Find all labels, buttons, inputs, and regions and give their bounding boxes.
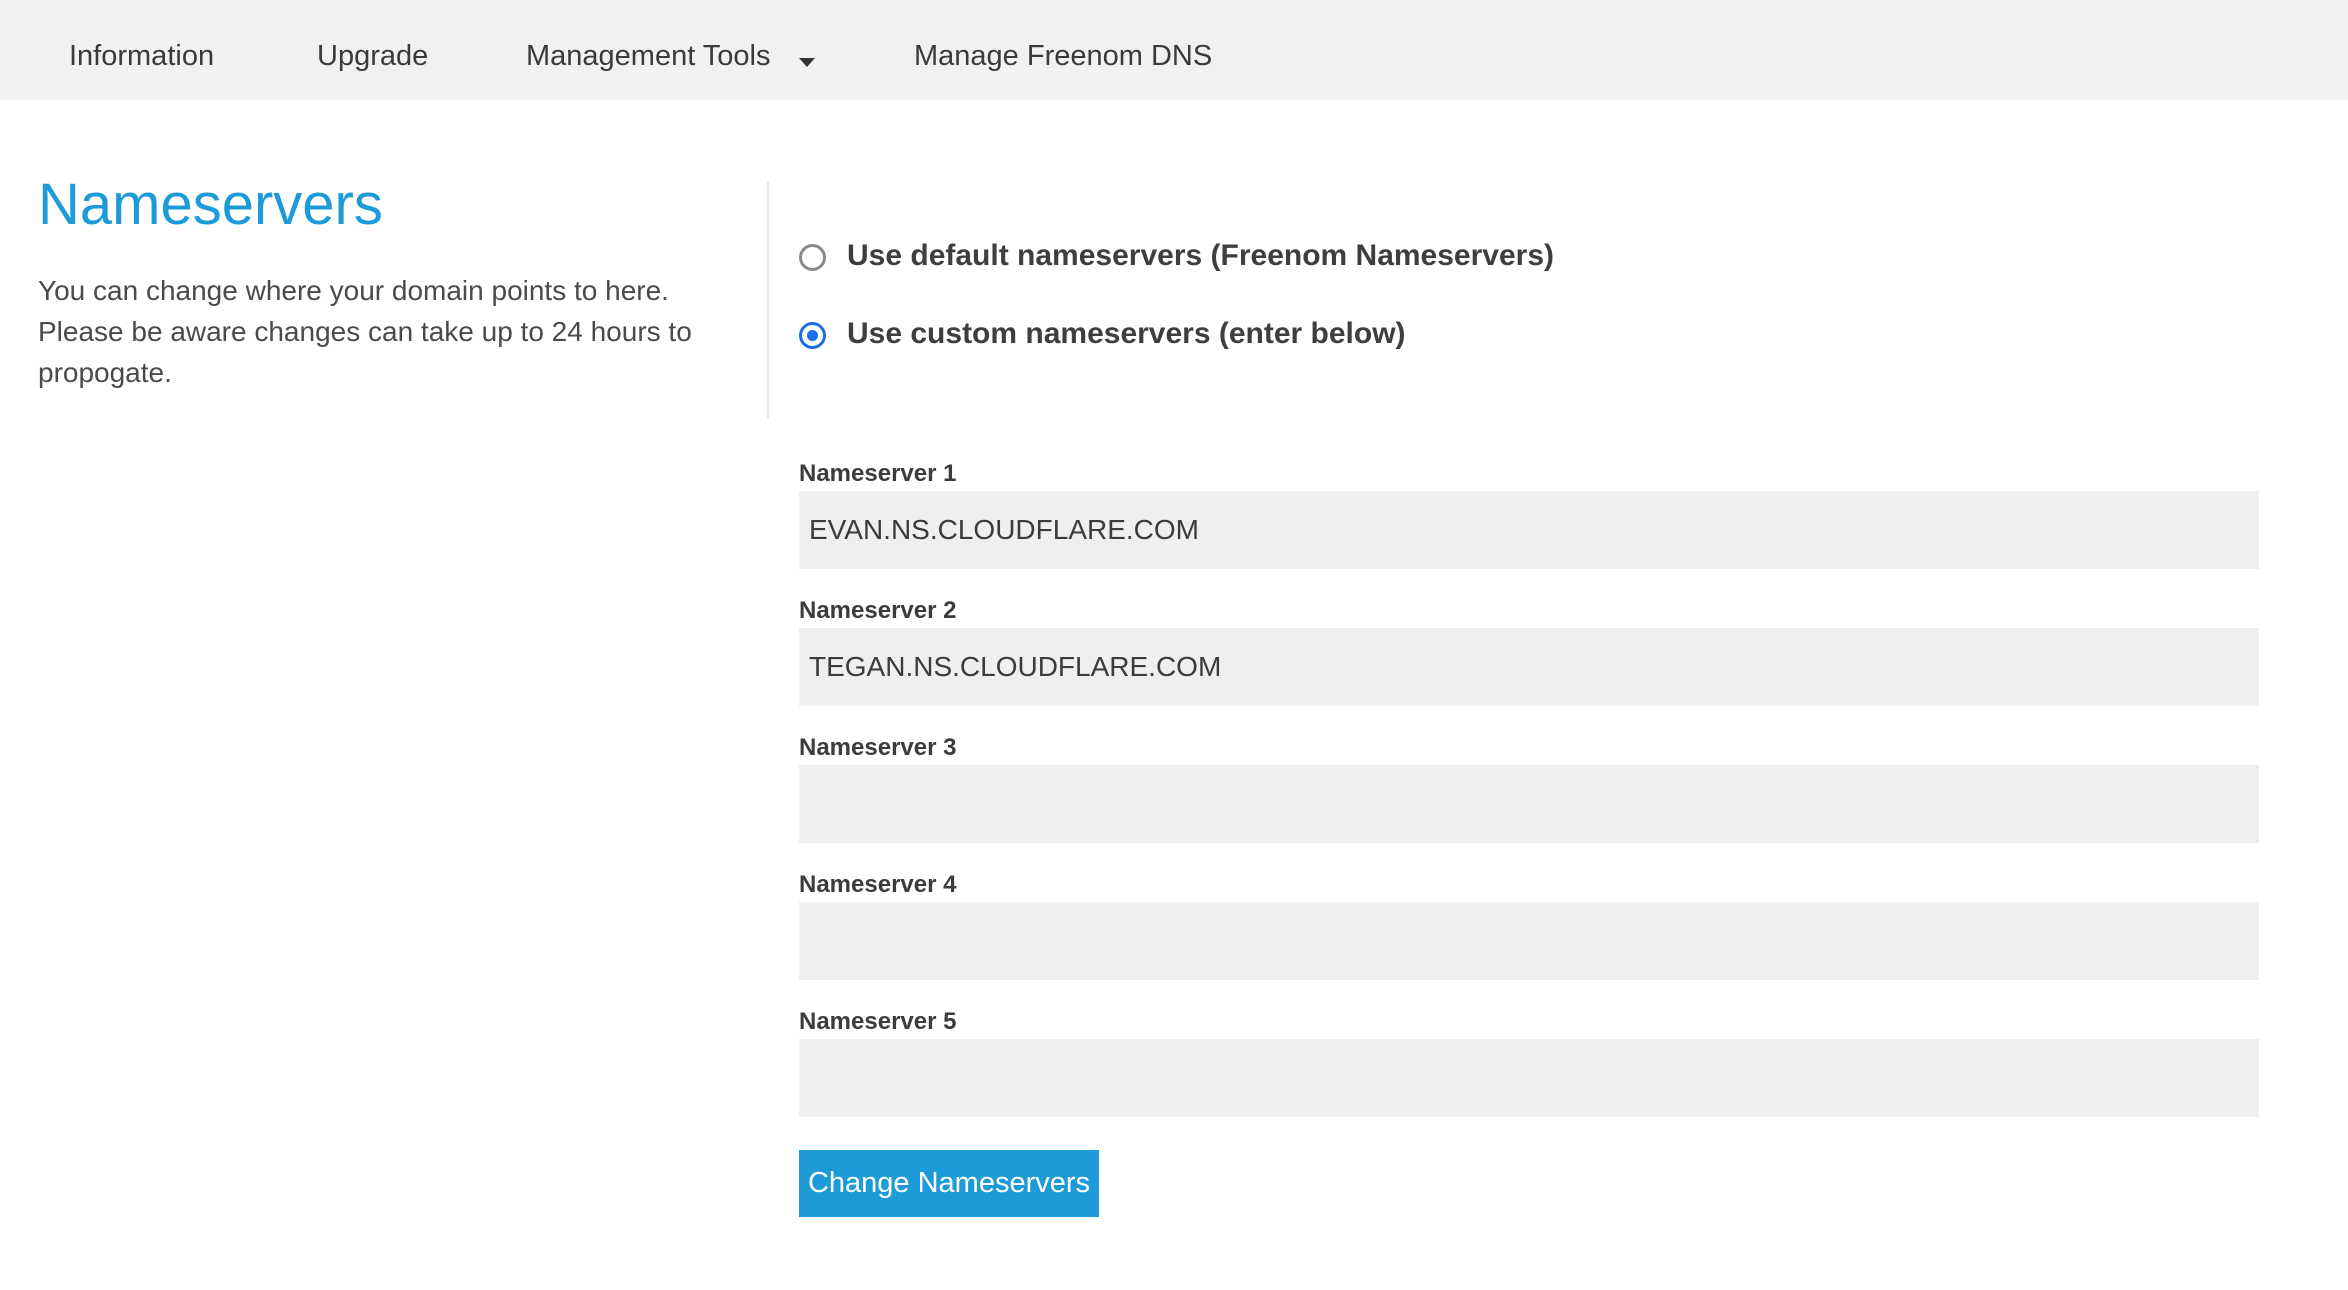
- change-nameservers-button[interactable]: Change Nameservers: [799, 1150, 1099, 1217]
- nameserver-2-label: Nameserver 2: [799, 597, 957, 624]
- radio-custom-label[interactable]: Use custom nameservers (enter below): [847, 314, 1406, 354]
- nav-item-information[interactable]: Information: [69, 42, 214, 71]
- nameserver-2-input[interactable]: [799, 628, 2259, 706]
- nameserver-3-label: Nameserver 3: [799, 734, 957, 761]
- nav-item-upgrade[interactable]: Upgrade: [317, 42, 428, 71]
- radio-default-label[interactable]: Use default nameservers (Freenom Nameser…: [847, 236, 1554, 276]
- nameserver-1-input[interactable]: [799, 491, 2259, 569]
- chevron-down-icon[interactable]: [799, 58, 815, 67]
- radio-selected-dot-icon: [807, 330, 818, 341]
- nav-item-manage-freenom-dns[interactable]: Manage Freenom DNS: [914, 42, 1212, 71]
- nameserver-4-input[interactable]: [799, 902, 2259, 980]
- nameserver-1-label: Nameserver 1: [799, 460, 957, 487]
- radio-button-unchecked[interactable]: [799, 244, 826, 271]
- top-navigation: Information Upgrade Management Tools Man…: [0, 0, 2348, 100]
- nameserver-4-label: Nameserver 4: [799, 871, 957, 898]
- page-title: Nameservers: [38, 172, 383, 237]
- section-divider: [767, 182, 769, 418]
- nameserver-5-label: Nameserver 5: [799, 1008, 957, 1035]
- page-description: You can change where your domain points …: [38, 275, 692, 388]
- nameserver-5-input[interactable]: [799, 1039, 2259, 1117]
- nameserver-3-input[interactable]: [799, 765, 2259, 843]
- radio-button-checked[interactable]: [799, 322, 826, 349]
- nav-item-management-tools[interactable]: Management Tools: [526, 42, 771, 71]
